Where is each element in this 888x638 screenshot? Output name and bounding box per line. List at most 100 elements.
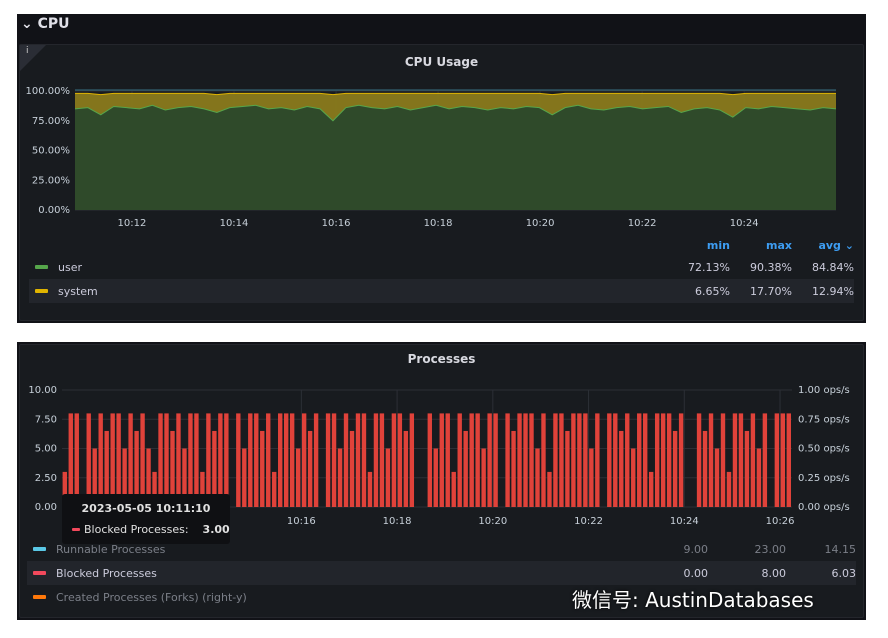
bar bbox=[583, 413, 588, 507]
bar bbox=[224, 413, 229, 507]
bar bbox=[116, 413, 121, 507]
bar bbox=[278, 413, 283, 507]
series-color-swatch bbox=[33, 595, 46, 599]
bar bbox=[355, 413, 361, 507]
bar bbox=[301, 413, 307, 507]
bar bbox=[343, 413, 349, 507]
x-tick-label: 10:18 bbox=[383, 516, 412, 527]
bar bbox=[403, 430, 409, 507]
legend-item[interactable]: Blocked Processes 0.00 8.00 6.03 bbox=[27, 561, 856, 585]
bar bbox=[696, 413, 702, 507]
y2-tick-label: 1.00 ops/s bbox=[798, 385, 850, 396]
series-color-swatch bbox=[35, 265, 48, 269]
bar bbox=[714, 448, 720, 507]
y-tick-label: 10.00 bbox=[28, 385, 57, 396]
bar bbox=[313, 413, 319, 507]
bar bbox=[535, 448, 540, 507]
bar bbox=[487, 413, 492, 507]
bar bbox=[553, 413, 558, 507]
bar bbox=[589, 448, 594, 507]
y2-tick-label: 0.50 ops/s bbox=[798, 444, 850, 455]
bar bbox=[439, 413, 444, 507]
bar bbox=[218, 413, 223, 507]
cpu-row: ⌄ CPU i CPU Usage 0.00% 25.00% 50.00% 75.00… bbox=[17, 14, 866, 323]
x-tick-label: 10:24 bbox=[730, 218, 759, 229]
tooltip: 2023-05-05 10:11:10 Blocked Processes: 3… bbox=[62, 494, 230, 544]
cpu-usage-chart: 0.00% 25.00% 50.00% 75.00% 100.00% 10:12 10:14… bbox=[26, 86, 837, 229]
bar bbox=[541, 413, 546, 507]
legend-header-min[interactable]: min bbox=[668, 239, 730, 252]
y-tick-label: 0.00 bbox=[35, 502, 57, 513]
bar bbox=[643, 413, 648, 507]
y2-tick-label: 0.75 ops/s bbox=[798, 414, 850, 425]
bar bbox=[726, 471, 732, 507]
bar bbox=[457, 413, 462, 507]
bar bbox=[577, 413, 582, 507]
bar bbox=[523, 413, 528, 507]
bar bbox=[433, 448, 438, 507]
bar bbox=[756, 448, 762, 507]
processes-panel: Processes 0.00 0.00 ops/s 2.50 0.25 ops/s 5.… bbox=[17, 342, 866, 620]
bar bbox=[272, 471, 277, 507]
y-tick-label: 2.50 bbox=[35, 473, 57, 484]
bar bbox=[780, 413, 786, 507]
bar bbox=[331, 413, 337, 507]
bar bbox=[619, 430, 624, 507]
bar bbox=[140, 413, 145, 507]
bar bbox=[631, 448, 636, 507]
bar bbox=[283, 413, 289, 507]
bar bbox=[744, 430, 750, 507]
chevron-down-icon: ⌄ bbox=[844, 238, 854, 252]
bar bbox=[337, 448, 343, 507]
bar bbox=[260, 430, 265, 507]
legend-item-system[interactable]: system 6.65% 17.70% 12.94% bbox=[29, 279, 854, 303]
bar bbox=[475, 413, 480, 507]
legend-header-avg[interactable]: avg ⌄ bbox=[792, 239, 854, 252]
bar bbox=[445, 413, 450, 507]
bar bbox=[164, 413, 169, 507]
bar bbox=[397, 413, 403, 507]
bar bbox=[750, 413, 756, 507]
bar bbox=[176, 413, 181, 507]
bar bbox=[565, 430, 570, 507]
bar bbox=[361, 413, 367, 507]
bar bbox=[732, 413, 738, 507]
y2-tick-label: 0.25 ops/s bbox=[798, 473, 850, 484]
bar bbox=[559, 413, 564, 507]
bar bbox=[188, 413, 193, 507]
bar bbox=[128, 413, 133, 507]
x-tick-label: 10:16 bbox=[287, 516, 316, 527]
bar bbox=[409, 413, 415, 507]
bar bbox=[762, 413, 768, 507]
bar bbox=[511, 430, 516, 507]
legend-item-user[interactable]: user 72.13% 90.38% 84.84% bbox=[29, 255, 854, 279]
bar bbox=[74, 413, 79, 507]
bar bbox=[505, 413, 510, 507]
bar bbox=[349, 430, 355, 507]
x-tick-label: 10:16 bbox=[322, 218, 351, 229]
bar bbox=[702, 430, 708, 507]
bar bbox=[427, 413, 432, 507]
bar bbox=[774, 413, 780, 507]
bar bbox=[236, 413, 241, 507]
y-tick-label: 7.50 bbox=[35, 414, 57, 425]
bar bbox=[720, 413, 726, 507]
bar bbox=[613, 413, 618, 507]
y-tick-label: 75.00% bbox=[32, 116, 70, 127]
bar bbox=[786, 413, 791, 507]
series-color-swatch bbox=[33, 547, 46, 551]
bar bbox=[373, 413, 379, 507]
bar bbox=[708, 413, 714, 507]
bar bbox=[385, 448, 391, 507]
legend-header-max[interactable]: max bbox=[730, 239, 792, 252]
x-tick-label: 10:26 bbox=[766, 516, 795, 527]
bar bbox=[242, 448, 247, 507]
bar bbox=[738, 413, 744, 507]
bar bbox=[289, 413, 295, 507]
x-tick-label: 10:14 bbox=[220, 218, 249, 229]
bar bbox=[672, 430, 678, 507]
series-color-swatch bbox=[72, 528, 80, 531]
x-tick-label: 10:12 bbox=[118, 218, 147, 229]
bar bbox=[451, 471, 456, 507]
bar bbox=[571, 413, 576, 507]
